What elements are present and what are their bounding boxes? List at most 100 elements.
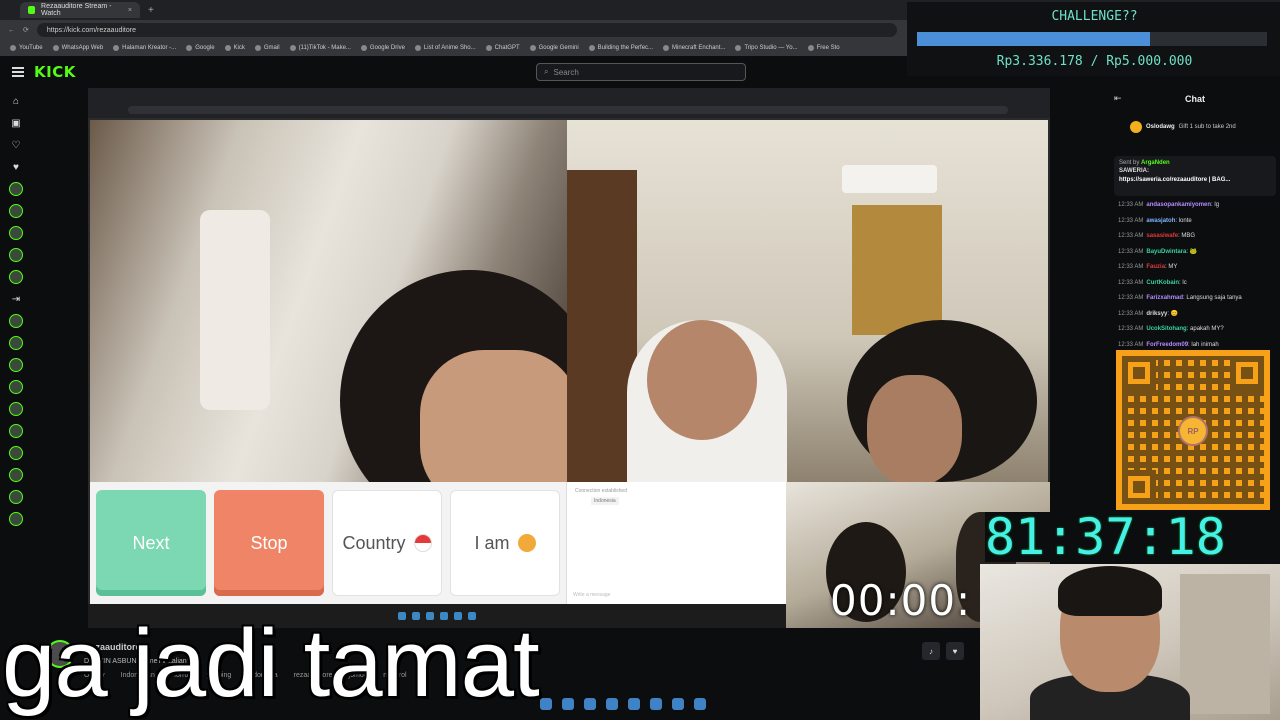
bookmark-item[interactable]: Kick [224,45,245,51]
address-bar[interactable]: https://kick.com/rezaauditore [36,23,897,37]
bookmark-item[interactable]: Google [186,45,215,51]
hanging-clothes [200,210,270,410]
bookmark-item[interactable]: Free Sto [807,45,840,51]
recommended-channel-avatar[interactable] [9,446,23,460]
bookmark-item[interactable]: Minecraft Enchant... [663,45,725,51]
chat-username[interactable]: driksyy [1146,311,1167,317]
pinned-message: Sent by ArgaNden SAWERIA: https://saweri… [1114,156,1276,196]
bookmark-item[interactable]: Building the Perfec... [588,45,654,51]
subathon-timer: 81:37:18 [985,512,1275,562]
bookmark-label: Gmail [263,45,280,51]
recommended-channel-avatar[interactable] [9,380,23,394]
bookmark-favicon-icon [588,45,595,51]
browse-icon[interactable]: ▣ [9,116,23,130]
bookmark-label: Google [195,45,215,51]
gift-user[interactable]: Oslodawg [1146,124,1175,130]
bookmark-item[interactable]: List of Anime Sho... [414,45,476,51]
taskbar-app-icon[interactable] [584,698,596,710]
bookmark-item[interactable]: Halaman Kreator -... [113,45,176,51]
recommended-channel-avatar[interactable] [9,468,23,482]
bookmark-item[interactable]: Google Gemini [529,45,579,51]
bookmark-label: (11)TikTok - Make... [298,45,351,51]
connection-country: Indonesia [591,497,619,505]
followed-channel-avatar[interactable] [9,204,23,218]
taskbar-app-icon[interactable] [628,698,640,710]
chat-text: MBG [1181,233,1196,239]
followed-channel-avatar[interactable] [9,248,23,262]
reload-icon[interactable]: ⟳ [23,26,29,34]
heart-icon[interactable]: ♥ [9,160,23,174]
pinned-by-label: Sent by [1119,160,1140,166]
taskbar-app-icon[interactable] [606,698,618,710]
recommended-channel-avatar[interactable] [9,402,23,416]
chat-username[interactable]: Fauzia [1146,264,1165,270]
chat-username[interactable]: BayuDwintara [1146,249,1186,255]
search-input[interactable]: ⌕ Search [536,63,746,81]
challenge-overlay: CHALLENGE?? Rp3.336.178 / Rp5.000.000 [907,2,1280,76]
chat-text: apakah MY? [1190,326,1224,332]
recommended-channel-avatar[interactable] [9,314,23,328]
notification-bell-icon[interactable]: ♪ [922,642,940,660]
chat-message: 12:33 AM Fauzia: MY [1118,260,1276,276]
recommended-channel-avatar[interactable] [9,512,23,526]
bookmark-item[interactable]: Gmail [254,45,280,51]
chat-username[interactable]: andasopankamiyomen [1146,202,1211,208]
taskbar-app-icon[interactable] [694,698,706,710]
stop-button[interactable]: Stop [214,490,324,596]
pinned-link[interactable]: https://saweria.co/rezaauditore | BAG... [1119,176,1271,184]
taskbar-app-icon[interactable] [562,698,574,710]
taskbar-app-icon[interactable] [672,698,684,710]
taskbar-app-icon[interactable] [540,698,552,710]
chat-input-placeholder[interactable]: Write a message [573,592,610,598]
menu-icon[interactable] [12,67,24,77]
back-icon[interactable]: ← [8,27,15,34]
chat-text: lc [1182,279,1187,286]
gender-button[interactable]: I am [450,490,560,596]
chat-timestamp: 12:33 AM [1118,326,1144,332]
chat-username[interactable]: sasasiwafe [1146,233,1178,239]
bookmark-label: Google Drive [369,45,405,51]
following-icon[interactable]: ♡ [9,138,23,152]
bookmark-label: Building the Perfec... [597,45,654,51]
chat-username[interactable]: ForFreedom09 [1146,342,1188,348]
follow-heart-icon[interactable]: ♥ [946,642,964,660]
close-tab-icon[interactable]: × [128,7,132,14]
caption-overlay: ga jadi tamat [2,610,540,717]
new-tab-button[interactable]: + [148,5,154,16]
followed-channel-avatar[interactable] [9,182,23,196]
person-face [867,375,962,482]
bookmark-item[interactable]: ChatGPT [485,45,520,51]
chat-username[interactable]: UcokSitohang [1146,326,1186,332]
kick-logo[interactable]: KICK [34,63,76,81]
indonesia-flag-icon [413,534,432,552]
bookmark-item[interactable]: Google Drive [360,45,405,51]
chat-timestamp: 12:33 AM [1118,264,1144,270]
followed-channel-avatar[interactable] [9,270,23,284]
chat-text: lg [1214,202,1220,208]
recommended-channel-avatar[interactable] [9,490,23,504]
gift-text: Gift 1 sub to take 2nd [1178,124,1236,130]
followed-channel-avatar[interactable] [9,226,23,240]
pinned-by-user[interactable]: ArgaNden [1141,160,1170,166]
chat-username[interactable]: CurtKobain [1146,280,1179,286]
chat-text: lah inimah [1191,341,1219,348]
stream-video-player[interactable]: Next Stop Country I am Connection establ… [88,88,1050,628]
bookmark-item[interactable]: YouTube [10,45,43,51]
taskbar-app-icon[interactable] [650,698,662,710]
bookmark-item[interactable]: Tripo Studio — Yo... [735,45,798,51]
chat-username[interactable]: Farizxahmad [1146,295,1183,301]
bookmark-item[interactable]: WhatsApp Web [52,45,103,51]
home-icon[interactable]: ⌂ [9,94,23,108]
next-button[interactable]: Next [96,490,206,596]
browser-tab[interactable]: Rezaauditore Stream - Watch × [20,2,140,18]
chat-username[interactable]: awasjatoh [1146,218,1175,224]
country-button[interactable]: Country [332,490,442,596]
recommended-channel-avatar[interactable] [9,358,23,372]
recommended-channel-avatar[interactable] [9,336,23,350]
recommended-channel-avatar[interactable] [9,424,23,438]
bookmark-item[interactable]: (11)TikTok - Make... [289,45,351,51]
expand-icon[interactable]: ⇥ [9,292,23,306]
connection-status: Connection established [575,488,627,494]
bookmark-label: Halaman Kreator -... [122,45,177,51]
chat-message: 12:33 AM CurtKobain: lc [1118,276,1276,292]
